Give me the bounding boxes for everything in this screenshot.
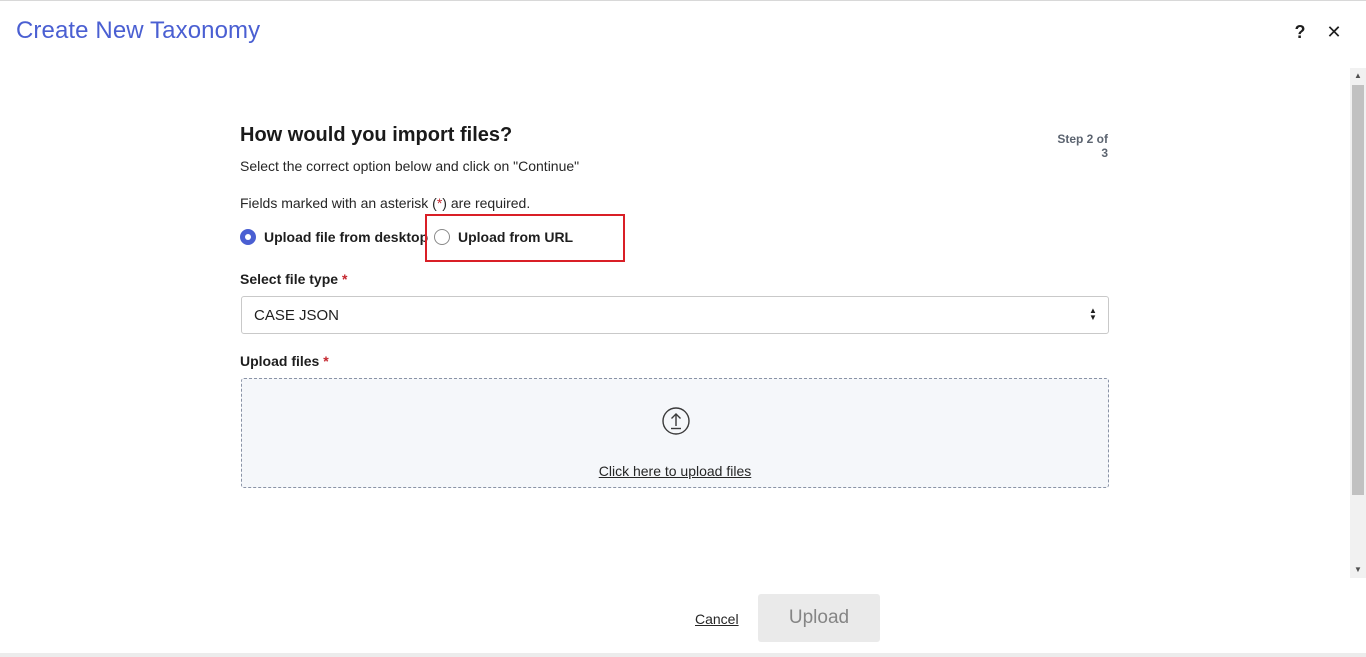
file-type-label-text: Select file type [240, 271, 339, 287]
file-type-label: Select file type * [240, 271, 347, 287]
modal-footer: Cancel Upload [0, 578, 1366, 657]
upload-arrow-icon [662, 407, 690, 435]
file-type-select[interactable]: CASE JSON ▲ ▼ [241, 296, 1109, 334]
upload-files-label-text: Upload files [240, 353, 320, 369]
upload-files-required-mark: * [323, 353, 329, 369]
upload-button[interactable]: Upload [758, 594, 880, 642]
radio-button-checked[interactable] [240, 229, 256, 245]
file-type-selected-value: CASE JSON [254, 307, 340, 324]
help-button[interactable]: ? [1290, 22, 1310, 46]
step-indicator: Step 2 of 3 [1057, 132, 1108, 160]
highlight-annotation-box [425, 214, 625, 262]
radio-upload-desktop-label[interactable]: Upload file from desktop [264, 229, 428, 245]
file-dropzone[interactable]: Click here to upload files [241, 378, 1109, 488]
bottom-divider [0, 653, 1366, 657]
required-fields-note: Fields marked with an asterisk (*) are r… [240, 195, 530, 211]
upload-files-label: Upload files * [240, 353, 329, 369]
select-sort-arrows-icon: ▲ ▼ [1089, 306, 1097, 322]
scroll-thumb[interactable] [1352, 85, 1364, 495]
cancel-button[interactable]: Cancel [695, 611, 739, 627]
section-heading: How would you import files? [240, 124, 513, 146]
vertical-scrollbar[interactable]: ▲ ▼ [1350, 68, 1366, 578]
scroll-up-arrow-icon[interactable]: ▲ [1350, 68, 1366, 84]
required-note-prefix: Fields marked with an asterisk ( [240, 195, 437, 211]
upload-files-link[interactable]: Click here to upload files [242, 463, 1108, 479]
radio-upload-desktop[interactable]: Upload file from desktop [240, 229, 428, 245]
required-note-suffix: ) are required. [442, 195, 531, 211]
file-type-required-mark: * [341, 271, 348, 287]
scroll-down-arrow-icon[interactable]: ▼ [1350, 562, 1366, 578]
close-button[interactable]: ✕ [1324, 22, 1344, 46]
page-title: Create New Taxonomy [16, 17, 261, 44]
modal-header: Create New Taxonomy ? ✕ [0, 0, 1366, 66]
instruction-text: Select the correct option below and clic… [240, 158, 580, 174]
